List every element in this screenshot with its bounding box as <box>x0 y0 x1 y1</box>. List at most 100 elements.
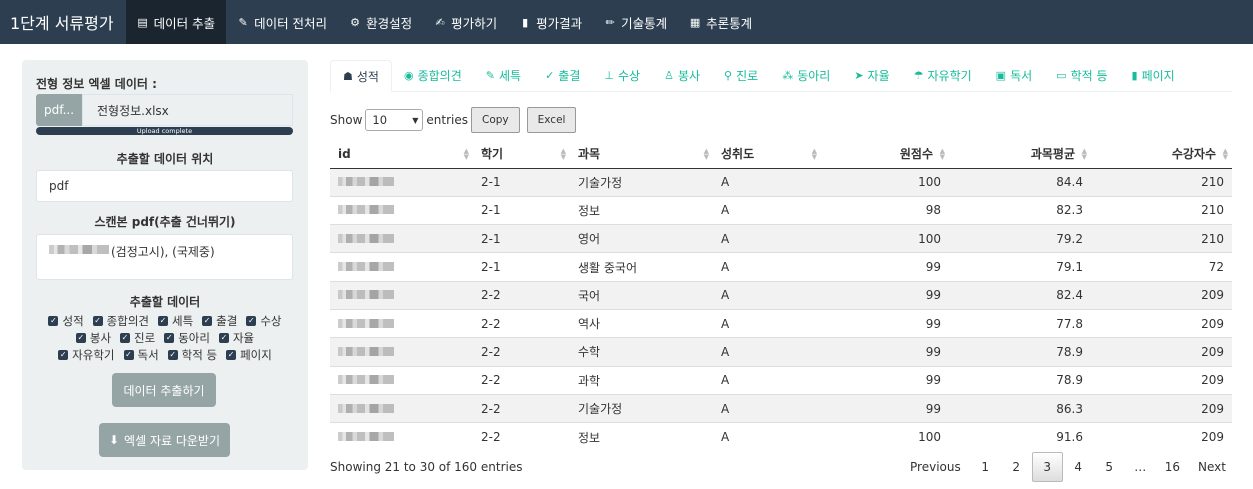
tab-4[interactable]: ✓ 출결 <box>533 60 592 91</box>
extract-data-label: 추출할 데이터 <box>129 295 201 309</box>
checkbox-row: ✓ 자유학기 ✓ 독서 ✓ 학적 등 ✓ 페이지 <box>22 347 308 363</box>
sitemap-icon: ⊥ <box>604 69 614 82</box>
sort-icon: ▲ ▼ <box>811 147 817 161</box>
location-input[interactable]: pdf <box>36 170 293 202</box>
column-header[interactable]: id ▲ ▼ <box>330 140 473 169</box>
table-cell: 정보 <box>570 422 713 451</box>
table-cell: 100 <box>821 167 949 197</box>
page-button[interactable]: Next <box>1189 452 1235 482</box>
nav-item-2[interactable]: ✎ 데이터 전처리 <box>226 0 338 44</box>
tab-2[interactable]: ◉ 종합의견 <box>392 60 474 91</box>
tab-bar: ☗ 성적 ◉ 종합의견 ✎ 세특 ✓ 출결 ⊥ 수상 ♙ 봉사 ⚲ 진로 ⁂ 동아리 ➤ 자율 ☂ 자유학기 ▣ 독서 ▭ 학… <box>330 60 1232 92</box>
tab-1[interactable]: ☗ 성적 <box>330 60 392 92</box>
table-cell: 2-1 <box>473 252 570 282</box>
app-brand[interactable]: 1단계 서류평가 <box>0 0 126 44</box>
extract-checkbox[interactable]: ✓ 성적 <box>48 313 84 329</box>
table-cell: 209 <box>1091 422 1232 451</box>
file-browse-button[interactable]: pdf... <box>36 94 82 126</box>
table-cell <box>330 280 473 310</box>
nav-item-4[interactable]: ✍ 평가하기 <box>423 0 508 44</box>
checkbox-checked-icon[interactable]: ✓ <box>218 333 229 343</box>
entries-select[interactable]: 10 ▼ <box>365 109 424 131</box>
extract-checkbox[interactable]: ✓ 학적 등 <box>167 347 217 363</box>
redacted-id <box>338 233 394 243</box>
tab-12[interactable]: ▭ 학적 등 <box>1044 60 1119 91</box>
extract-checkbox[interactable]: ✓ 동아리 <box>164 330 210 346</box>
column-header[interactable]: 학기 ▲ ▼ <box>473 140 570 169</box>
tab-10[interactable]: ☂ 자유학기 <box>902 60 984 91</box>
table-cell: 100 <box>821 224 949 253</box>
extract-checkbox[interactable]: ✓ 종합의견 <box>92 313 149 329</box>
page-button[interactable]: 5 <box>1094 452 1125 482</box>
extract-checkbox[interactable]: ✓ 독서 <box>123 347 159 363</box>
tab-5[interactable]: ⊥ 수상 <box>592 60 652 91</box>
download-excel-button[interactable]: ⬇ 엑셀 자료 다운받기 <box>99 423 230 457</box>
tab-13[interactable]: ▮ 페이지 <box>1120 60 1187 91</box>
checkbox-checked-icon[interactable]: ✓ <box>123 350 134 360</box>
show-label: Show <box>330 113 363 127</box>
extract-checkbox[interactable]: ✓ 수상 <box>246 313 282 329</box>
column-header[interactable]: 수강자수 ▲ ▼ <box>1091 140 1232 169</box>
excel-button[interactable]: Excel <box>526 107 577 133</box>
extract-checkbox[interactable]: ✓ 봉사 <box>75 330 111 346</box>
table-row: 2-2 국어 A 99 82.4 209 <box>330 280 1232 310</box>
checkbox-label: 수상 <box>260 314 282 328</box>
extract-checkbox[interactable]: ✓ 자유학기 <box>58 347 115 363</box>
checkbox-checked-icon[interactable]: ✓ <box>120 333 131 343</box>
tab-8[interactable]: ⁂ 동아리 <box>770 60 842 91</box>
table-row: 2-2 정보 A 100 91.6 209 <box>330 422 1232 451</box>
tab-11[interactable]: ▣ 독서 <box>984 60 1045 91</box>
page-button[interactable]: 16 <box>1156 452 1189 482</box>
checkbox-checked-icon[interactable]: ✓ <box>92 316 103 326</box>
checkbox-checked-icon[interactable]: ✓ <box>48 316 59 326</box>
tab-9[interactable]: ➤ 자율 <box>842 60 901 91</box>
page-button[interactable]: 2 <box>1001 452 1032 482</box>
table-cell: 99 <box>821 393 949 423</box>
table-cell: 99 <box>821 308 949 338</box>
hands-helping-icon: ♙ <box>664 69 674 82</box>
column-header[interactable]: 성취도 ▲ ▼ <box>713 140 821 169</box>
extract-checkbox[interactable]: ✓ 진로 <box>120 330 155 346</box>
nav-item-6[interactable]: ✏ 기술통계 <box>593 0 678 44</box>
table-cell: 2-2 <box>473 308 570 338</box>
nav-item-1[interactable]: ▤ 데이터 추출 <box>125 0 227 44</box>
table-cell: A <box>713 195 821 225</box>
scan-pdf-textarea[interactable]: (검정고시), (국제중) <box>36 234 293 280</box>
extract-checkbox[interactable]: ✓ 출결 <box>202 313 237 329</box>
extract-checkbox[interactable]: ✓ 자율 <box>218 330 254 346</box>
sort-icon: ▲ ▼ <box>703 147 709 161</box>
extract-checkbox[interactable]: ✓ 세특 <box>157 313 193 329</box>
column-header[interactable]: 과목 ▲ ▼ <box>570 140 713 169</box>
table-cell <box>330 422 473 451</box>
checkbox-checked-icon[interactable]: ✓ <box>58 350 69 360</box>
nav-item-5[interactable]: ▮ 평가결과 <box>508 0 593 44</box>
page-button[interactable]: Previous <box>901 452 970 482</box>
circle-user-icon: ◉ <box>403 69 414 82</box>
checkbox-checked-icon[interactable]: ✓ <box>226 350 237 360</box>
checkbox-checked-icon[interactable]: ✓ <box>246 316 257 326</box>
tab-3[interactable]: ✎ 세특 <box>474 60 533 91</box>
checkbox-checked-icon[interactable]: ✓ <box>167 350 178 360</box>
table-row: 2-2 과학 A 99 78.9 209 <box>330 365 1232 395</box>
edit-icon: ✎ <box>485 69 495 82</box>
file-input[interactable]: pdf... 전형정보.xlsx <box>36 94 293 126</box>
page-button[interactable]: 4 <box>1063 452 1094 482</box>
page-button[interactable]: 3 <box>1031 452 1063 482</box>
table-cell: 209 <box>1091 280 1232 310</box>
tab-label: 자율 <box>867 69 890 83</box>
checkbox-checked-icon[interactable]: ✓ <box>164 333 175 343</box>
nav-item-3[interactable]: ⚙ 환경설정 <box>338 0 423 44</box>
column-header[interactable]: 과목평균 ▲ ▼ <box>949 140 1091 169</box>
extract-checkbox[interactable]: ✓ 페이지 <box>226 347 272 363</box>
checkbox-checked-icon[interactable]: ✓ <box>202 316 213 326</box>
redacted-id <box>338 375 394 385</box>
checkbox-checked-icon[interactable]: ✓ <box>75 333 86 343</box>
copy-button[interactable]: Copy <box>471 107 520 133</box>
tab-7[interactable]: ⚲ 진로 <box>712 60 770 91</box>
checkbox-checked-icon[interactable]: ✓ <box>157 316 168 326</box>
extract-data-button[interactable]: 데이터 추출하기 <box>112 373 216 407</box>
column-header[interactable]: 원점수 ▲ ▼ <box>821 140 949 169</box>
nav-item-7[interactable]: ▦ 추론통계 <box>678 0 763 44</box>
page-button[interactable]: 1 <box>970 452 1001 482</box>
tab-6[interactable]: ♙ 봉사 <box>652 60 712 91</box>
